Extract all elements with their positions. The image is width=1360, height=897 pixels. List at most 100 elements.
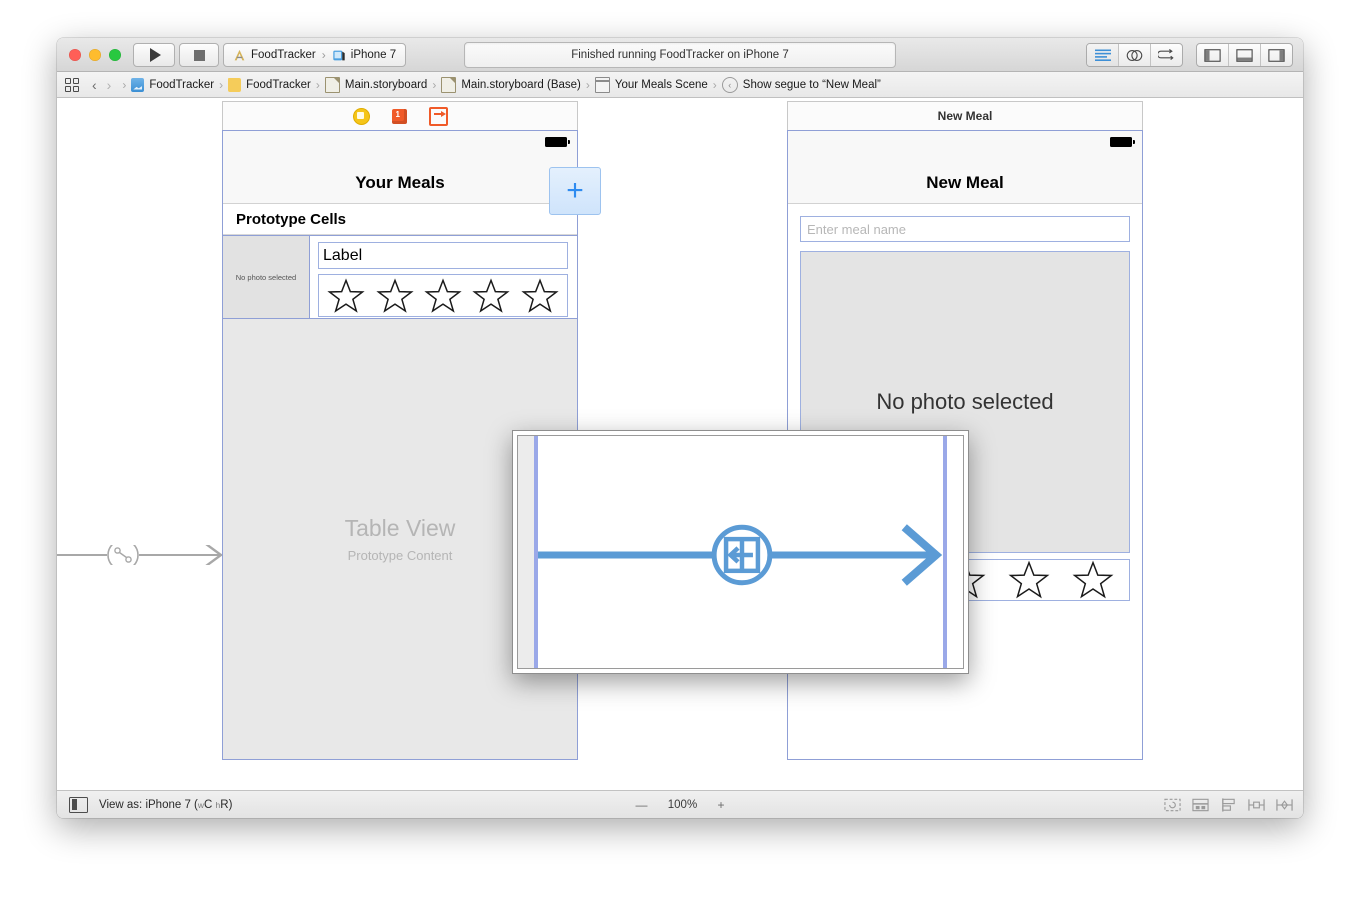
crumb-chevron-icon: › bbox=[432, 77, 437, 92]
prototype-cells-header: Prototype Cells bbox=[223, 204, 577, 235]
battery-icon bbox=[545, 137, 570, 147]
version-editor-button[interactable] bbox=[1151, 44, 1182, 66]
canvas-bottom-bar: View as: iPhone 7 (wC hR) — 100% + bbox=[57, 790, 1303, 818]
exit-icon[interactable] bbox=[428, 106, 448, 126]
back-button[interactable]: ‹ bbox=[87, 78, 102, 92]
star-icon[interactable] bbox=[327, 277, 365, 314]
view-controller-icon[interactable] bbox=[352, 107, 370, 125]
breadcrumb-label: FoodTracker bbox=[149, 78, 215, 91]
xcode-window: FoodTracker › iPhone 7 Finished running … bbox=[57, 38, 1303, 818]
minimize-button[interactable] bbox=[89, 49, 101, 61]
forward-button[interactable]: › bbox=[102, 78, 117, 92]
embed-in-icon[interactable] bbox=[1192, 798, 1209, 812]
pin-icon[interactable] bbox=[1248, 798, 1265, 812]
zoom-level-label[interactable]: 100% bbox=[665, 799, 699, 811]
assistant-editor-button[interactable] bbox=[1119, 44, 1151, 66]
breadcrumb-item-storyboard[interactable]: Main.storyboard bbox=[323, 76, 429, 93]
scheme-project-label: FoodTracker bbox=[251, 49, 316, 61]
stop-icon bbox=[193, 49, 205, 61]
cell-body: Label bbox=[310, 236, 577, 318]
breadcrumb-item-project[interactable]: FoodTracker bbox=[129, 77, 216, 92]
interface-builder-tools bbox=[1164, 797, 1293, 812]
storyboard-canvas[interactable]: Your Meals + Prototype Cells No photo se… bbox=[57, 98, 1303, 792]
breadcrumb-item-folder[interactable]: FoodTracker bbox=[226, 77, 313, 92]
related-items-icon[interactable] bbox=[65, 77, 79, 92]
right-panel-icon bbox=[1268, 48, 1285, 62]
standard-editor-button[interactable] bbox=[1087, 44, 1119, 66]
breadcrumb-label: Your Meals Scene bbox=[614, 78, 708, 91]
assistant-editor-icon bbox=[1126, 49, 1143, 61]
stop-button[interactable] bbox=[179, 43, 219, 67]
update-frames-icon[interactable] bbox=[1164, 798, 1181, 812]
meal-name-field[interactable]: Enter meal name bbox=[800, 216, 1130, 242]
star-icon[interactable] bbox=[521, 277, 559, 314]
breadcrumb-item-scene[interactable]: Your Meals Scene bbox=[593, 76, 710, 93]
status-text: Finished running FoodTracker on iPhone 7 bbox=[571, 49, 789, 61]
crumb-chevron-icon: › bbox=[122, 77, 127, 92]
window-titlebar: FoodTracker › iPhone 7 Finished running … bbox=[57, 38, 1303, 72]
prototype-cell[interactable]: No photo selected Label bbox=[223, 235, 577, 319]
table-view-subtitle: Prototype Content bbox=[347, 548, 453, 563]
cell-name-label[interactable]: Label bbox=[318, 242, 568, 269]
crumb-chevron-icon: › bbox=[712, 77, 717, 92]
utilities-toggle-button[interactable] bbox=[1261, 44, 1292, 66]
scheme-selector[interactable]: FoodTracker › iPhone 7 bbox=[223, 43, 407, 67]
scene-dock[interactable] bbox=[222, 101, 578, 130]
magnifier-canvas-gutter bbox=[518, 436, 534, 668]
screenshot-root: FoodTracker › iPhone 7 Finished running … bbox=[0, 0, 1360, 897]
segue-magnifier-popup bbox=[512, 430, 969, 674]
align-icon[interactable] bbox=[1220, 797, 1237, 812]
breadcrumb-label: FoodTracker bbox=[246, 78, 311, 91]
zoom-button[interactable] bbox=[109, 49, 121, 61]
toolbar-right-controls bbox=[1086, 43, 1293, 67]
resolve-issues-icon[interactable] bbox=[1276, 798, 1293, 812]
zoom-in-button[interactable]: + bbox=[717, 798, 724, 812]
run-button[interactable] bbox=[133, 43, 175, 67]
editor-mode-segmented[interactable] bbox=[1086, 43, 1183, 67]
zoom-out-button[interactable]: — bbox=[635, 798, 647, 812]
cell-rating-control[interactable] bbox=[318, 274, 568, 317]
debug-toggle-button[interactable] bbox=[1229, 44, 1261, 66]
star-icon[interactable] bbox=[375, 277, 414, 314]
project-icon bbox=[131, 77, 145, 92]
star-icon[interactable] bbox=[1008, 560, 1050, 600]
crumb-chevron-icon: › bbox=[219, 77, 224, 92]
storyboard-icon bbox=[324, 76, 340, 93]
magnified-segue[interactable] bbox=[518, 436, 963, 668]
cell-photo-placeholder[interactable]: No photo selected bbox=[223, 236, 310, 318]
scheme-separator-icon: › bbox=[321, 48, 326, 62]
breadcrumb-label: Show segue to “New Meal” bbox=[742, 78, 881, 91]
navigator-toggle-button[interactable] bbox=[1197, 44, 1229, 66]
magnifier-content bbox=[517, 435, 964, 669]
left-panel-icon bbox=[1204, 48, 1221, 62]
navigation-bar[interactable]: New Meal bbox=[788, 131, 1142, 204]
activity-status-field: Finished running FoodTracker on iPhone 7 bbox=[464, 42, 896, 68]
traffic-lights bbox=[69, 49, 121, 61]
navigation-bar[interactable]: Your Meals + bbox=[223, 131, 601, 215]
star-icon[interactable] bbox=[472, 277, 511, 314]
scene-title-label: New Meal bbox=[787, 101, 1143, 130]
breadcrumb-item-storyboard-base[interactable]: Main.storyboard (Base) bbox=[439, 76, 583, 93]
nav-title: New Meal bbox=[926, 173, 1004, 192]
bottom-panel-icon bbox=[1236, 48, 1253, 62]
star-icon[interactable] bbox=[424, 277, 462, 314]
view-toggles-segmented[interactable] bbox=[1196, 43, 1293, 67]
crumb-chevron-icon: › bbox=[315, 77, 320, 92]
breadcrumb-label: Main.storyboard (Base) bbox=[461, 78, 581, 91]
close-button[interactable] bbox=[69, 49, 81, 61]
nav-title: Your Meals bbox=[355, 173, 445, 192]
scene-icon bbox=[594, 76, 610, 93]
version-editor-icon bbox=[1158, 49, 1174, 60]
breadcrumb-item-segue[interactable]: ‹ Show segue to “New Meal” bbox=[720, 76, 883, 93]
battery-icon bbox=[1110, 137, 1135, 147]
crumb-chevron-icon: › bbox=[585, 77, 590, 92]
folder-icon bbox=[228, 77, 242, 92]
xcode-app-icon bbox=[234, 49, 245, 60]
star-icon[interactable] bbox=[1072, 560, 1114, 600]
breadcrumb-label: Main.storyboard bbox=[344, 78, 428, 91]
magnified-scene-edge-left bbox=[534, 436, 538, 668]
add-meal-button[interactable]: + bbox=[549, 167, 601, 215]
scheme-destination-label: iPhone 7 bbox=[350, 49, 397, 61]
first-responder-icon[interactable] bbox=[391, 108, 407, 124]
segue-icon: ‹ bbox=[721, 76, 738, 93]
